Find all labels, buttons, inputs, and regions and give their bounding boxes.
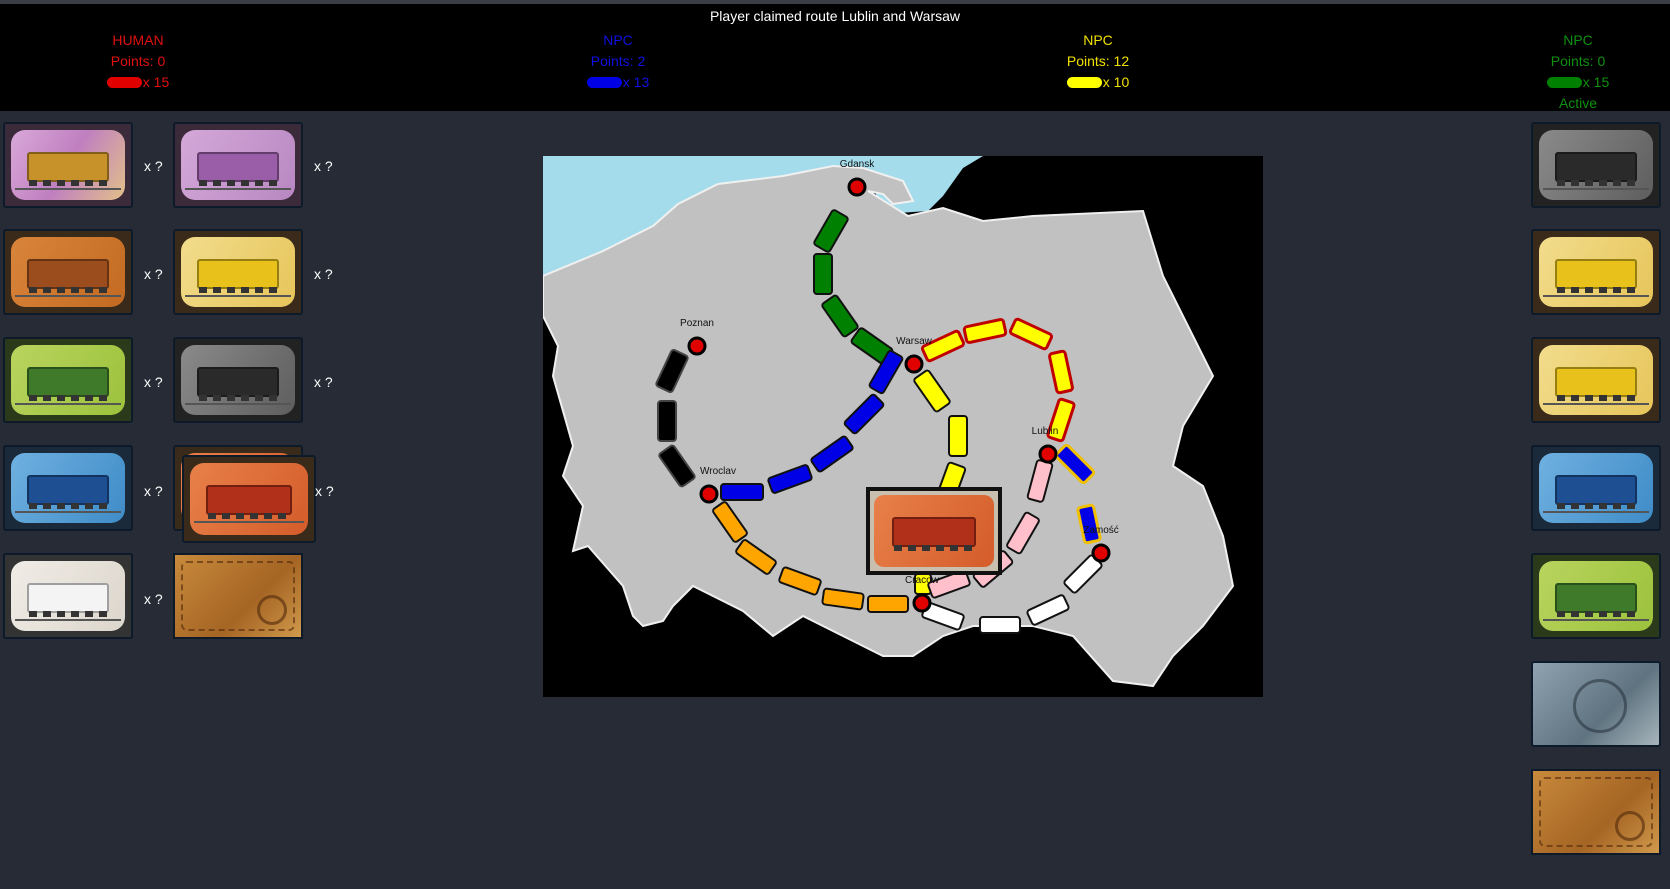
city-marker[interactable] <box>904 354 924 374</box>
player-panel-npc-yellow: NPC Points: 12 x 10 <box>1028 30 1168 93</box>
card-count: x ? <box>315 483 334 499</box>
card-count: x ? <box>144 266 163 282</box>
card-count: x ? <box>314 374 333 390</box>
trains-left: x 15 <box>1582 74 1610 90</box>
player-role: NPC <box>603 32 633 48</box>
player-points: Points: 2 <box>590 53 646 69</box>
market-card-yellow[interactable] <box>1531 229 1661 315</box>
player-role: NPC <box>1083 32 1113 48</box>
player-panel-human: HUMAN Points: 0 x 15 <box>68 30 208 93</box>
player-points: Points: 0 <box>110 53 166 69</box>
city-marker[interactable] <box>699 484 719 504</box>
hand-card-green[interactable] <box>3 337 133 423</box>
city-label: Poznan <box>680 318 714 329</box>
player-role: NPC <box>1563 32 1593 48</box>
city-label: Cracow <box>905 575 940 586</box>
player-points: Points: 12 <box>1066 53 1130 69</box>
active-indicator: Active <box>1558 95 1598 111</box>
destination-ticket-card[interactable] <box>173 553 303 639</box>
train-color-icon <box>1546 77 1582 88</box>
card-count: x ? <box>314 158 333 174</box>
city-label: Lublin <box>1032 426 1059 437</box>
trains-left: x 15 <box>142 74 170 90</box>
card-count: x ? <box>144 158 163 174</box>
city-marker[interactable] <box>687 336 707 356</box>
hand-card-orange[interactable] <box>3 229 133 315</box>
city-marker[interactable] <box>1091 543 1111 563</box>
hand-card-locomotive[interactable] <box>3 122 133 208</box>
trains-left: x 10 <box>1102 74 1130 90</box>
game-map: Gdansk Poznan Warsaw Wroclav Lublin Crac… <box>543 156 1263 697</box>
hand-card-white[interactable] <box>3 553 133 639</box>
dragged-card-red[interactable] <box>866 487 1002 575</box>
city-label: Wroclav <box>700 466 736 477</box>
hand-card-yellow[interactable] <box>173 229 303 315</box>
hand-card-black[interactable] <box>173 337 303 423</box>
card-count: x ? <box>314 266 333 282</box>
player-points: Points: 0 <box>1550 53 1606 69</box>
train-color-icon <box>1066 77 1102 88</box>
hand-card-red[interactable] <box>182 455 316 543</box>
player-role: HUMAN <box>112 32 164 48</box>
city-marker[interactable] <box>912 593 932 613</box>
status-message: Player claimed route Lublin and Warsaw <box>709 8 961 24</box>
city-label: Zamość <box>1083 525 1119 536</box>
market-card-green[interactable] <box>1531 553 1661 639</box>
card-count: x ? <box>144 591 163 607</box>
city-marker[interactable] <box>847 177 867 197</box>
card-count: x ? <box>144 483 163 499</box>
card-count: x ? <box>144 374 163 390</box>
market-card-black[interactable] <box>1531 122 1661 208</box>
market-card-blue[interactable] <box>1531 445 1661 531</box>
market-card-yellow[interactable] <box>1531 337 1661 423</box>
trains-left: x 13 <box>622 74 650 90</box>
destination-ticket-deck[interactable] <box>1531 769 1661 855</box>
top-bar: Player claimed route Lublin and Warsaw H… <box>0 0 1670 111</box>
city-label: Warsaw <box>896 336 933 347</box>
train-color-icon <box>586 77 622 88</box>
player-panel-npc-blue: NPC Points: 2 x 13 <box>548 30 688 93</box>
hand-card-purple[interactable] <box>173 122 303 208</box>
train-card-deck[interactable] <box>1531 661 1661 747</box>
hand-card-blue[interactable] <box>3 445 133 531</box>
city-marker[interactable] <box>1038 444 1058 464</box>
city-label: Gdansk <box>840 159 875 170</box>
train-color-icon <box>106 77 142 88</box>
player-panel-npc-green: NPC Points: 0 x 15 Active <box>1508 30 1648 114</box>
